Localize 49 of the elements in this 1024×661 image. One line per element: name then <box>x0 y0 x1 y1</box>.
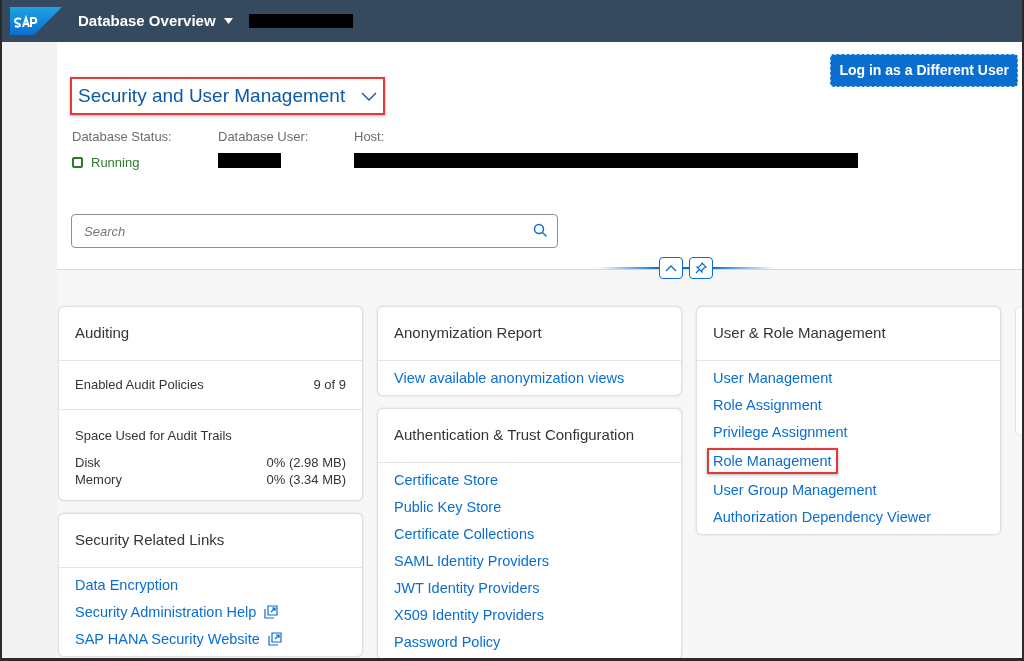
chevron-down-icon <box>361 91 378 101</box>
card-title: User & Role Management <box>713 323 886 344</box>
card-title: Security Related Links <box>75 529 225 550</box>
card-title: Authentication & Trust Configuration <box>394 425 635 446</box>
card-link[interactable]: X509 Identity Providers <box>394 604 544 626</box>
redaction-bar <box>218 152 281 168</box>
card-link[interactable]: Privilege Assignment <box>713 421 848 443</box>
card-link[interactable]: SAP HANA Security Website <box>75 627 260 650</box>
space-row-label: Disk <box>75 453 101 471</box>
card-link[interactable]: User Group Management <box>713 479 877 501</box>
card-link[interactable]: Certificate Store <box>394 469 498 491</box>
attribute-label: Host: <box>354 128 386 146</box>
space-row-value: 0% (2.98 MB) <box>266 453 346 471</box>
card-title: Anonymization Report <box>394 323 542 344</box>
card-link[interactable]: View available anonymization views <box>394 367 625 389</box>
pin-icon <box>695 262 707 274</box>
space-label: Space Used for Audit Trails <box>75 427 233 445</box>
card-link[interactable]: Certificate Collections <box>394 523 535 545</box>
card-link[interactable]: Role Assignment <box>713 394 822 416</box>
status-value: Running <box>91 153 140 172</box>
chevron-up-icon <box>665 264 677 272</box>
caret-icon <box>223 18 233 24</box>
external-link-icon <box>267 631 282 646</box>
logo-icon <box>10 7 62 35</box>
card-title: Auditing <box>75 323 130 344</box>
login-button[interactable]: Log in as a Different User <box>830 54 1018 87</box>
card-link[interactable]: Authorization Dependency Viewer <box>713 506 932 528</box>
attribute-label: Database User: <box>218 128 310 146</box>
card-link[interactable]: Security Administration Help <box>75 600 257 623</box>
search-field[interactable]: Search <box>71 214 558 248</box>
card-link[interactable]: Data Encryption <box>75 573 179 596</box>
pin-header-button[interactable] <box>689 257 713 279</box>
card-link[interactable]: JWT Identity Providers <box>394 577 540 599</box>
search-icon <box>533 223 548 238</box>
card-link[interactable]: Role Management <box>707 448 838 474</box>
page-title-menu[interactable]: Security and User Management <box>70 77 386 115</box>
card-link[interactable]: User Management <box>713 367 833 389</box>
policies-value: 9 of 9 <box>313 376 346 395</box>
card-link[interactable]: Password Policy <box>394 631 501 653</box>
attribute-label: Database Status: <box>72 128 173 146</box>
app-title-menu[interactable]: Database Overview <box>78 9 233 33</box>
status-square-icon <box>72 156 83 168</box>
space-row-value: 0% (3.34 MB) <box>266 470 346 488</box>
external-link-icon <box>264 604 279 619</box>
space-row-label: Memory <box>75 470 122 488</box>
card-link[interactable]: Public Key Store <box>394 496 502 518</box>
card-link[interactable]: SAML Identity Providers <box>394 550 549 572</box>
policies-label: Enabled Audit Policies <box>75 376 204 395</box>
collapse-header-button[interactable] <box>659 257 683 279</box>
